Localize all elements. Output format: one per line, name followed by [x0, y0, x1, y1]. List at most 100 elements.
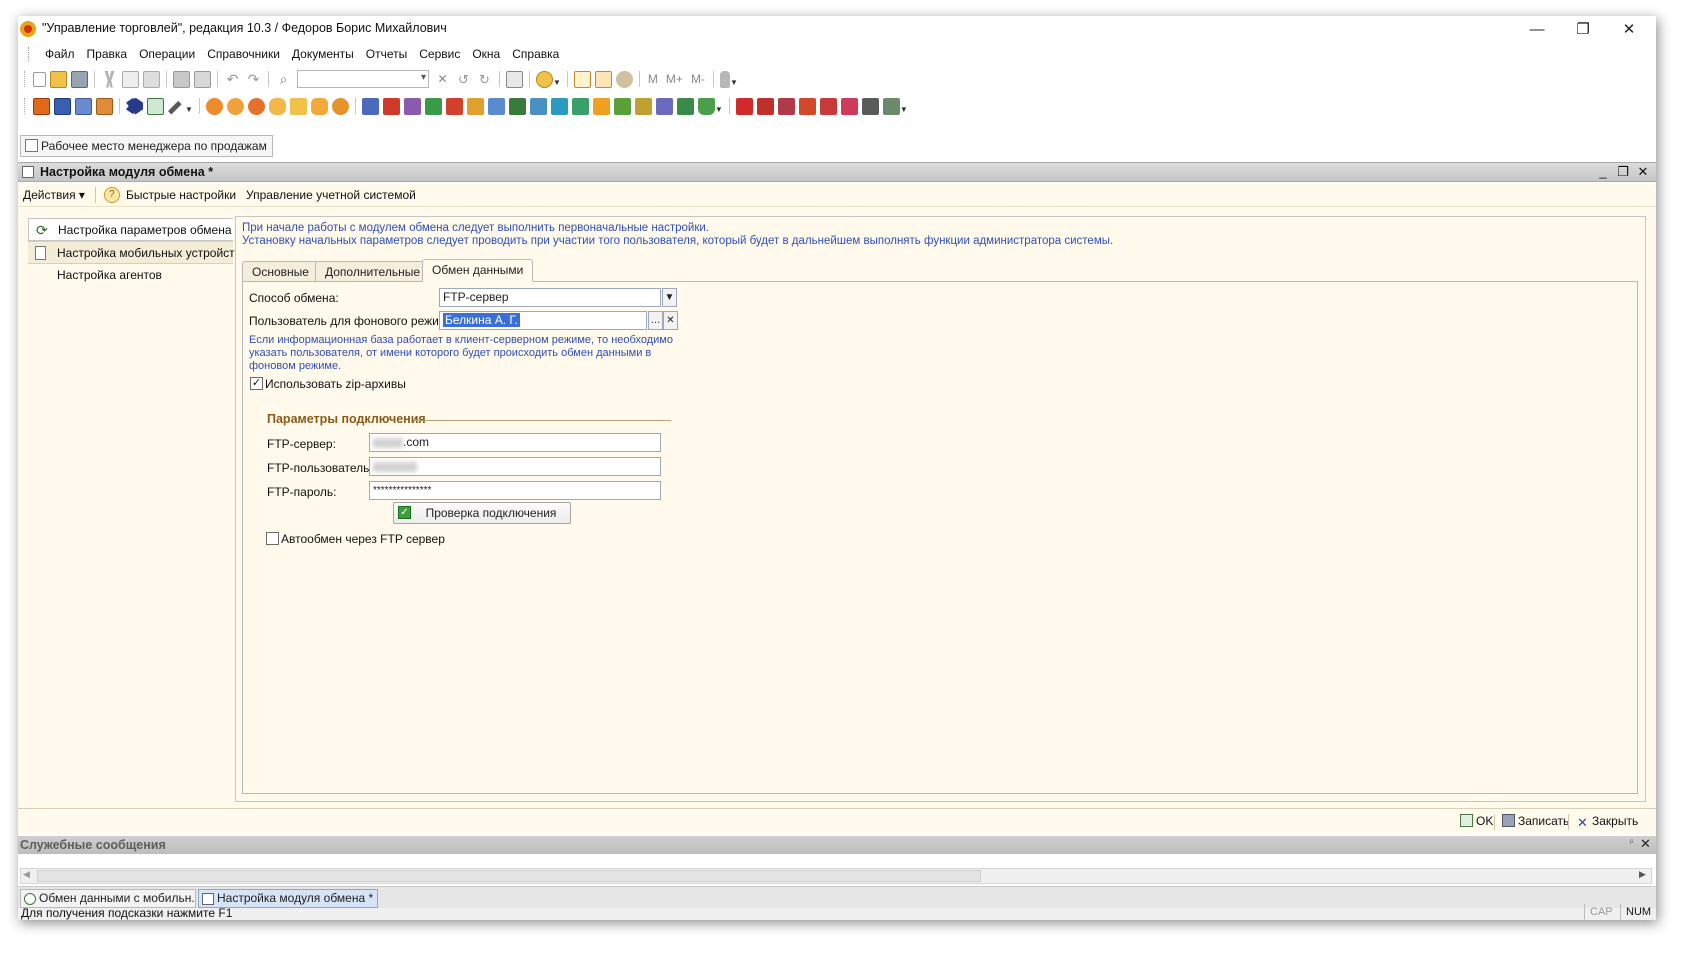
scrollbar-thumb[interactable] [37, 870, 981, 882]
return-icon[interactable] [382, 97, 400, 115]
payment-icon[interactable] [268, 97, 286, 115]
scroll-left-icon[interactable]: ◀ [23, 869, 30, 880]
binoculars-icon[interactable] [126, 97, 143, 115]
cut-icon[interactable] [104, 70, 115, 88]
zip-archives-checkbox[interactable]: ✓ [250, 377, 263, 390]
minimize-button[interactable]: — [1514, 16, 1560, 42]
chevron-down-icon[interactable]: ▼ [662, 288, 677, 307]
receipt-icon[interactable] [424, 97, 442, 115]
offset-icon[interactable] [592, 97, 610, 115]
undo-icon[interactable]: ↶ [224, 71, 241, 88]
purchase-icon[interactable] [247, 97, 265, 115]
bank-icon[interactable] [550, 97, 568, 115]
help-icon[interactable]: ? [103, 186, 120, 203]
menu-operations[interactable]: Операции [133, 47, 201, 61]
new-document-icon[interactable] [33, 71, 46, 87]
contract-icon[interactable] [634, 97, 652, 115]
report-summary-icon[interactable] [861, 97, 879, 115]
menu-help[interactable]: Справка [506, 47, 565, 61]
money-icon[interactable] [697, 97, 715, 115]
ftp-user-input[interactable] [369, 457, 661, 476]
check-connection-button[interactable]: ✓ Проверка подключения [393, 502, 571, 524]
report-stock-icon[interactable] [777, 97, 795, 115]
save-disk-icon[interactable] [71, 70, 88, 88]
menu-edit[interactable]: Правка [81, 47, 134, 61]
calculator-icon[interactable] [594, 70, 612, 88]
ftp-password-input[interactable]: *************** [369, 481, 661, 500]
report-orders-icon[interactable] [819, 97, 837, 115]
quick-panel-button[interactable]: Рабочее место менеджера по продажам [20, 135, 273, 157]
sales-icon[interactable] [226, 97, 244, 115]
reports-icon[interactable] [96, 97, 113, 115]
scroll-right-icon[interactable]: ▶ [1639, 869, 1646, 880]
chevron-down-icon[interactable]: ▼ [185, 105, 193, 114]
documents-icon[interactable] [75, 97, 92, 115]
restore-button[interactable]: ❐ [1560, 16, 1606, 42]
menu-service[interactable]: Сервис [413, 47, 466, 61]
chevron-down-icon[interactable]: ▼ [715, 105, 723, 114]
credit-icon[interactable] [655, 97, 673, 115]
transfer-icon[interactable] [403, 97, 421, 115]
print-preview-icon[interactable] [194, 70, 211, 88]
account-management-button[interactable]: Управление учетной системой [246, 188, 416, 202]
edit-icon[interactable] [168, 100, 182, 115]
search-prev-icon[interactable]: ↻ [476, 71, 493, 88]
ok-button[interactable]: OK [1460, 814, 1493, 828]
chevron-down-icon[interactable]: ▼ [553, 78, 561, 87]
invoice-icon[interactable] [361, 97, 379, 115]
menu-windows[interactable]: Окна [466, 47, 506, 61]
warehouse-icon[interactable] [289, 97, 307, 115]
quick-settings-button[interactable]: Быстрые настройки [126, 188, 236, 202]
memory-button[interactable]: M [648, 72, 658, 86]
save-button[interactable]: Записать [1502, 814, 1569, 828]
users-icon[interactable] [615, 70, 633, 88]
catalog-icon[interactable] [33, 97, 50, 115]
clear-search-icon[interactable]: ✕ [434, 71, 451, 88]
pin-icon[interactable]: ᵖ [1630, 837, 1633, 847]
menu-reports[interactable]: Отчеты [360, 47, 413, 61]
search-icon[interactable]: ⌕ [275, 71, 292, 88]
chevron-down-icon[interactable]: ▼ [900, 105, 908, 114]
nav-exchange-parameters[interactable]: ⟳ Настройка параметров обмена [28, 218, 233, 241]
calendar-icon[interactable] [573, 70, 591, 88]
report-settings-icon[interactable] [882, 97, 900, 115]
advance-icon[interactable] [613, 97, 631, 115]
tab-main[interactable]: Основные [242, 261, 319, 282]
info-icon[interactable] [536, 70, 553, 88]
chevron-down-icon[interactable]: ▼ [730, 78, 738, 87]
copy-icon[interactable] [122, 70, 139, 88]
table-icon[interactable] [147, 97, 164, 115]
journal-icon[interactable] [54, 97, 71, 115]
exchange-method-select[interactable]: FTP-сервер [439, 288, 661, 307]
menu-catalogs[interactable]: Справочники [201, 47, 286, 61]
service-close-icon[interactable]: ✕ [1640, 836, 1651, 852]
nav-mobile-devices[interactable]: Настройка мобильных устройств [28, 241, 241, 264]
search-next-icon[interactable]: ↺ [455, 71, 472, 88]
close-document-button[interactable]: ✕ Закрыть [1576, 814, 1638, 829]
settlement-icon[interactable] [571, 97, 589, 115]
doc-close-button[interactable]: ✕ [1634, 164, 1652, 181]
menu-documents[interactable]: Документы [286, 47, 360, 61]
background-user-field[interactable]: Белкина А. Г. [439, 311, 647, 330]
doc-minimize-button[interactable]: _ [1594, 164, 1612, 181]
writeoff-icon[interactable] [445, 97, 463, 115]
menu-file[interactable]: Файл [39, 47, 81, 61]
search-input[interactable] [297, 70, 429, 88]
discount-icon[interactable] [331, 97, 349, 115]
cash-icon[interactable] [529, 97, 547, 115]
tools-icon[interactable] [719, 70, 730, 88]
horizontal-scrollbar[interactable]: ◀ ▶ [20, 868, 1652, 884]
memory-minus-button[interactable]: M- [691, 72, 705, 86]
assembly-icon[interactable] [508, 97, 526, 115]
report-analysis-icon[interactable] [840, 97, 858, 115]
windows-icon[interactable] [506, 70, 523, 88]
doc-restore-button[interactable]: ❐ [1614, 164, 1632, 181]
tab-additional[interactable]: Дополнительные [315, 261, 430, 282]
orders-icon[interactable] [205, 97, 223, 115]
ftp-server-input[interactable]: .com [369, 433, 661, 452]
report-purchases-icon[interactable] [756, 97, 774, 115]
price-icon[interactable] [310, 97, 328, 115]
inventory-icon[interactable] [466, 97, 484, 115]
shipment-icon[interactable] [487, 97, 505, 115]
paste-icon[interactable] [143, 70, 160, 88]
